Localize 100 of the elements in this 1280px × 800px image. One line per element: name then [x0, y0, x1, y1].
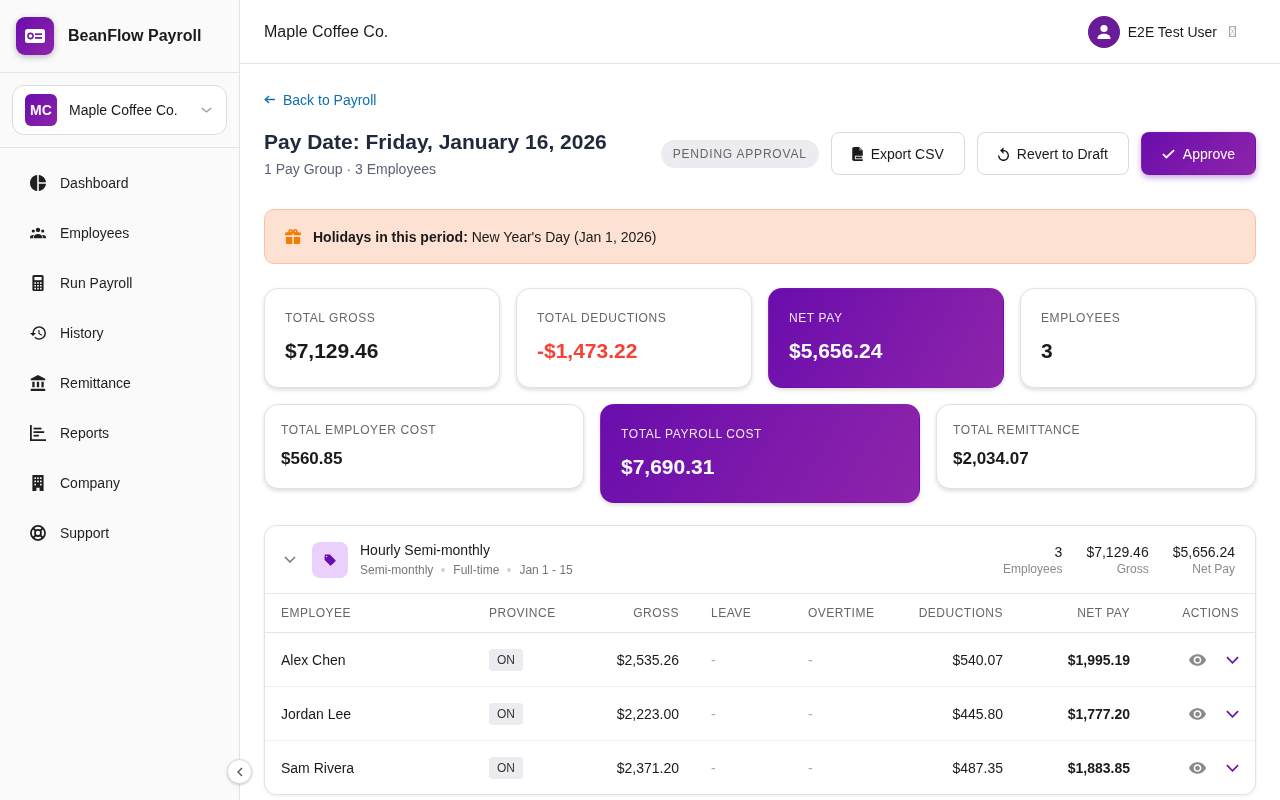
stat-label: Employees [1003, 561, 1063, 576]
column-header: NET PAY [1019, 594, 1146, 633]
group-name: Hourly Semi-monthly [360, 542, 491, 558]
stat-label: Net Pay [1192, 561, 1235, 576]
missing-glyph-icon [1229, 26, 1236, 37]
card-value: 3 [1041, 339, 1054, 363]
user-menu[interactable]: E2E Test User [1087, 15, 1236, 48]
history-clock-icon [30, 325, 46, 341]
nav-item[interactable]: Run Payroll [8, 258, 231, 308]
table-cell: Sam Rivera [265, 740, 473, 794]
card-value: $7,129.46 [285, 339, 380, 363]
stat-value: $5,656.24 [1172, 543, 1235, 560]
card-value: $560.85 [281, 449, 344, 469]
card-label: TOTAL EMPLOYER COST [281, 423, 438, 437]
table-cell: $487.35 [879, 740, 1019, 794]
column-header: OVERTIME [792, 594, 879, 633]
nav-item[interactable]: Employees [8, 208, 231, 258]
table-cell: $2,535.26 [579, 632, 695, 687]
card-label: EMPLOYEES [1041, 311, 1122, 325]
company-selector[interactable]: MC Maple Coffee Co. [12, 85, 227, 135]
pie-chart-icon [30, 175, 46, 191]
column-header: DEDUCTIONS [879, 594, 1019, 633]
chevron-down-icon [1226, 763, 1239, 772]
tag-icon [312, 541, 348, 578]
status-badge: PENDING APPROVAL [660, 139, 819, 168]
table-cell: - [792, 632, 879, 687]
nav-item[interactable]: Support [8, 508, 231, 558]
bar-chart-icon [30, 425, 46, 441]
nav-item[interactable]: Dashboard [8, 158, 231, 208]
card-label: TOTAL PAYROLL COST [621, 427, 764, 441]
table-cell: - [792, 686, 879, 741]
province-tag: ON [489, 756, 523, 779]
arrow-left-icon [264, 95, 275, 104]
nav-item[interactable]: Company [8, 458, 231, 508]
chevron-down-icon [201, 107, 212, 113]
page-subtitle: 1 Pay Group · 3 Employees [264, 161, 437, 177]
card-label: TOTAL REMITTANCE [953, 423, 1082, 437]
bank-icon [30, 375, 46, 391]
table-cell: - [695, 740, 792, 794]
app-name: BeanFlow Payroll [68, 27, 202, 45]
lifebuoy-icon [30, 525, 46, 541]
chevron-down-icon [1226, 655, 1239, 664]
dot-icon [441, 568, 446, 572]
province-tag: ON [489, 648, 523, 671]
table-cell: $2,223.00 [579, 686, 695, 741]
building-icon [30, 475, 46, 491]
column-header: ACTIONS [1146, 594, 1255, 633]
table-cell: $1,777.20 [1019, 686, 1146, 741]
eye-icon [1189, 707, 1206, 720]
company-avatar: MC [25, 94, 57, 126]
column-header: PROVINCE [473, 594, 579, 633]
stat-value: 3 [1054, 543, 1063, 560]
chevron-down-icon [1226, 709, 1239, 718]
page-title: Pay Date: Friday, January 16, 2026 [264, 130, 607, 154]
province-tag: ON [489, 702, 523, 725]
card-value: $2,034.07 [953, 449, 1030, 469]
stat-label: Gross [1116, 561, 1149, 576]
column-header: LEAVE [695, 594, 792, 633]
card-label: TOTAL DEDUCTIONS [537, 311, 668, 325]
stat-value: $7,129.46 [1086, 543, 1149, 560]
column-header: EMPLOYEE [265, 594, 473, 633]
check-icon [1161, 148, 1175, 159]
gift-icon [285, 229, 301, 244]
eye-icon [1189, 653, 1206, 666]
approve-button[interactable]: Approve [1140, 132, 1256, 175]
dot-icon [507, 568, 512, 572]
chevron-left-icon [236, 766, 243, 777]
calculator-icon [30, 275, 46, 291]
banknote-logo-icon [16, 17, 54, 55]
card-value: $7,690.31 [621, 455, 716, 479]
table-cell: - [695, 632, 792, 687]
eye-icon [1189, 761, 1206, 774]
nav-item[interactable]: Remittance [8, 358, 231, 408]
nav-item[interactable]: Reports [8, 408, 231, 458]
group-meta: Full-time [453, 563, 500, 577]
back-link[interactable]: Back to Payroll [264, 91, 377, 108]
revert-button[interactable]: Revert to Draft [976, 132, 1129, 175]
card-label: NET PAY [789, 311, 844, 325]
table-cell: - [695, 686, 792, 741]
user-avatar-icon [1087, 15, 1120, 48]
group-meta: Jan 1 - 15 [519, 563, 573, 577]
card-value: -$1,473.22 [537, 339, 639, 363]
people-icon [30, 225, 46, 241]
export-button[interactable]: Export CSV [830, 132, 965, 175]
card-label: TOTAL GROSS [285, 311, 377, 325]
column-header: GROSS [579, 594, 695, 633]
table-cell: - [792, 740, 879, 794]
company-title: Maple Coffee Co. [264, 22, 389, 41]
table-cell: $540.07 [879, 632, 1019, 687]
table-cell: $1,883.85 [1019, 740, 1146, 794]
card-value: $5,656.24 [789, 339, 884, 363]
table-cell: $1,995.19 [1019, 632, 1146, 687]
rotate-left-icon [997, 146, 1009, 161]
file-icon [851, 146, 863, 161]
group-meta: Semi-monthly [360, 563, 434, 577]
collapse-sidebar-button[interactable] [227, 759, 252, 784]
nav-item[interactable]: History [8, 308, 231, 358]
table-cell: Alex Chen [265, 632, 473, 687]
holiday-text: Holidays in this period: New Year's Day (Jan 1, 2026) [313, 228, 657, 245]
table-cell: $2,371.20 [579, 740, 695, 794]
